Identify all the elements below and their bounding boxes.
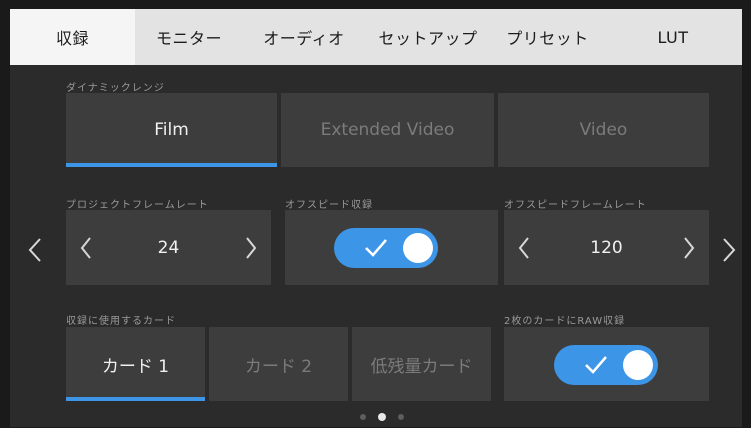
raw-two-cards-label: 2枚のカードにRAW収録 (504, 316, 626, 327)
record-settings-screen: 収録 モニター オーディオ セットアップ プリセット LUT ダイナミックレンジ… (10, 9, 742, 427)
dynamic-range-label: ダイナミックレンジ (66, 83, 165, 94)
raw-two-cards-toggle[interactable] (554, 345, 658, 385)
toggle-knob (403, 233, 433, 263)
off-speed-frame-rate-label: オフスピードフレームレート (504, 200, 647, 211)
page-indicator (360, 413, 404, 421)
off-speed-recording-tile (285, 210, 498, 285)
off-speed-recording-toggle[interactable] (334, 228, 438, 268)
tab-audio[interactable]: オーディオ (243, 9, 365, 65)
raw-two-cards-tile (504, 327, 709, 401)
tab-setup[interactable]: セットアップ (365, 9, 491, 65)
record-card-2-label: カード 2 (244, 356, 313, 377)
record-card-1-button[interactable]: カード 1 (66, 327, 205, 401)
tab-record[interactable]: 収録 (10, 9, 135, 65)
record-card-low-remaining-button[interactable]: 低残量カード (352, 327, 491, 401)
off-speed-frame-rate-increment-chevron-right-icon[interactable] (669, 210, 709, 285)
project-frame-rate-stepper: 24 (66, 210, 271, 285)
project-frame-rate-decrement-chevron-left-icon[interactable] (66, 210, 106, 285)
tab-monitor[interactable]: モニター (135, 9, 243, 65)
chevron-right-icon[interactable] (722, 237, 736, 267)
checkmark-icon (585, 356, 607, 374)
toggle-knob (623, 350, 653, 380)
off-speed-frame-rate-decrement-chevron-left-icon[interactable] (504, 210, 544, 285)
record-card-low-remaining-label: 低残量カード (370, 356, 473, 377)
project-frame-rate-increment-chevron-right-icon[interactable] (231, 210, 271, 285)
record-card-2-button[interactable]: カード 2 (209, 327, 348, 401)
dynamic-range-video-label: Video (579, 120, 628, 140)
off-speed-frame-rate-stepper: 120 (504, 210, 709, 285)
tab-bar: 収録 モニター オーディオ セットアップ プリセット LUT (10, 9, 742, 65)
dynamic-range-film-button[interactable]: Film (66, 93, 277, 167)
page-dot-active[interactable] (378, 413, 386, 421)
page-dot[interactable] (398, 414, 404, 420)
record-card-1-label: カード 1 (101, 356, 170, 377)
selected-indicator (66, 397, 205, 401)
chevron-left-icon[interactable] (28, 237, 42, 267)
page-dot[interactable] (360, 414, 366, 420)
dynamic-range-video-button[interactable]: Video (498, 93, 709, 167)
dynamic-range-extended-video-label: Extended Video (320, 120, 455, 140)
record-card-label: 収録に使用するカード (66, 316, 176, 327)
selected-indicator (66, 163, 277, 167)
tab-lut[interactable]: LUT (604, 9, 742, 65)
checkmark-icon (365, 239, 387, 257)
dynamic-range-extended-video-button[interactable]: Extended Video (281, 93, 494, 167)
project-frame-rate-label: プロジェクトフレームレート (66, 200, 209, 211)
tab-presets[interactable]: プリセット (491, 9, 604, 65)
dynamic-range-film-label: Film (154, 120, 189, 140)
off-speed-recording-label: オフスピード収録 (285, 200, 373, 211)
